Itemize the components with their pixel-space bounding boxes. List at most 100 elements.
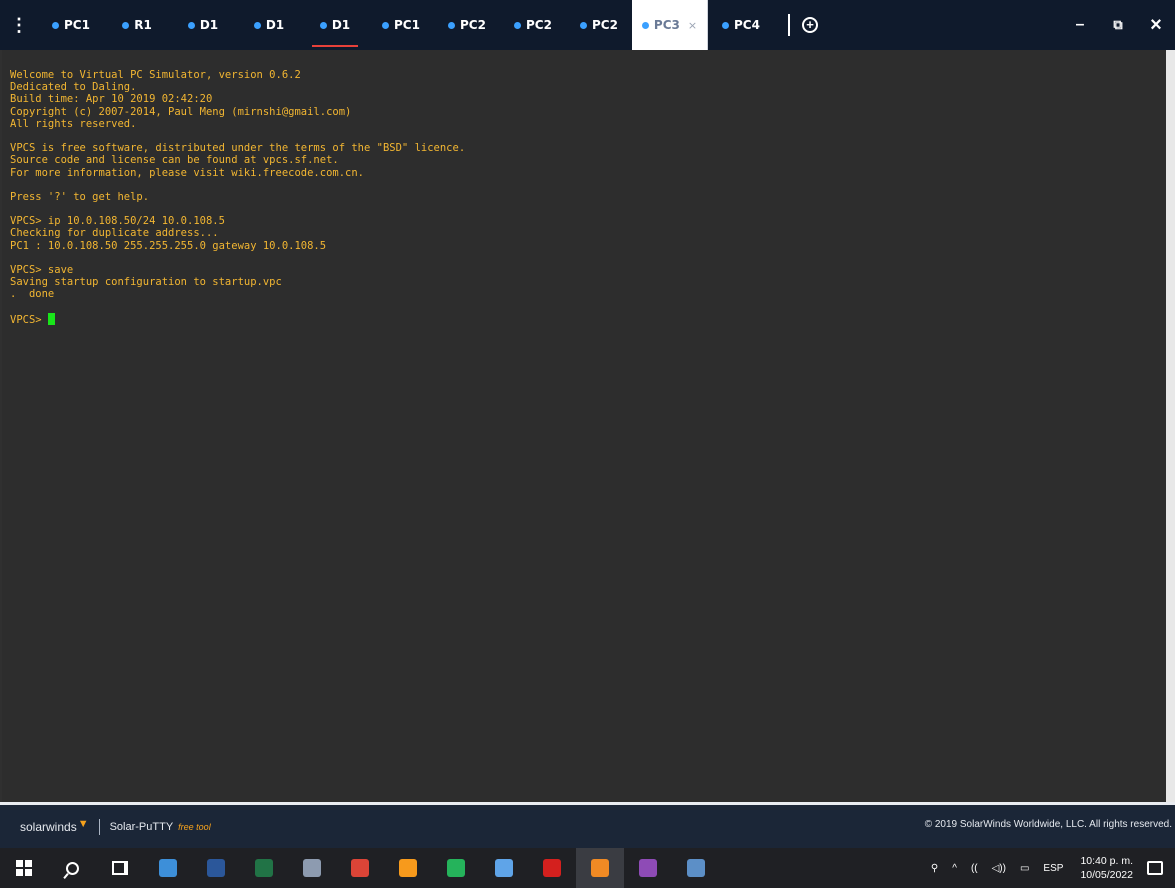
window-controls: – ⧉ × bbox=[1061, 0, 1175, 50]
tab-pc2[interactable]: PC2 bbox=[434, 0, 500, 50]
tab-pc1[interactable]: PC1 bbox=[38, 0, 104, 50]
tab-pc3[interactable]: PC3 × bbox=[632, 0, 708, 50]
tab-label: D1 bbox=[331, 18, 351, 32]
search-button[interactable] bbox=[48, 848, 96, 888]
taskbar-app-button[interactable] bbox=[528, 848, 576, 888]
taskbar-app-button[interactable] bbox=[624, 848, 672, 888]
terminal-line: PC1 : 10.0.108.50 255.255.255.0 gateway … bbox=[10, 239, 327, 252]
tab-r1[interactable]: R1 bbox=[104, 0, 170, 50]
system-tray: ⚲ ^ (( ◁)) ▭ ESP 10:40 p. m. 10/05/2022 bbox=[924, 848, 1175, 888]
terminal-line: Press '?' to get help. bbox=[10, 190, 150, 203]
product-name: Solar-PuTTY bbox=[109, 820, 174, 833]
terminal-line: For more information, please visit wiki.… bbox=[10, 166, 365, 179]
status-dot-icon bbox=[187, 21, 195, 29]
status-dot-icon bbox=[52, 21, 60, 29]
terminal-line: Checking for duplicate address... bbox=[10, 227, 219, 240]
terminal-line: All rights reserved. bbox=[10, 117, 137, 130]
terminal-line: VPCS> ip 10.0.108.50/24 10.0.108.5 bbox=[10, 215, 225, 228]
tab-close-icon[interactable]: × bbox=[688, 19, 697, 32]
terminal-line: VPCS> save bbox=[10, 264, 74, 276]
status-dot-icon bbox=[514, 21, 522, 29]
tab-label: R1 bbox=[134, 18, 152, 32]
virtualbox-icon bbox=[687, 859, 705, 877]
tab-d1[interactable]: D1 bbox=[170, 0, 236, 50]
tab-label: PC4 bbox=[734, 18, 760, 32]
solar-putty-footer: solarwinds ▼ Solar-PuTTY free tool © 201… bbox=[0, 802, 1175, 848]
firefox-icon bbox=[399, 859, 417, 877]
terminal-line: Welcome to Virtual PC Simulator, version… bbox=[10, 69, 301, 81]
keyboard-icon[interactable]: ▭ bbox=[1013, 863, 1036, 874]
task-view-button[interactable] bbox=[96, 848, 144, 888]
tab-pc2[interactable]: PC2 bbox=[566, 0, 632, 50]
minimize-button[interactable]: – bbox=[1061, 0, 1099, 50]
restore-button[interactable]: ⧉ bbox=[1099, 0, 1137, 50]
terminal-line: Build time: Apr 10 2019 02:42:20 bbox=[10, 93, 213, 106]
terminal-prompt-line[interactable]: VPCS> bbox=[10, 312, 1166, 326]
clock-date: 10/05/2022 bbox=[1080, 869, 1133, 881]
status-dot-icon bbox=[319, 21, 327, 29]
taskbar-app-button[interactable] bbox=[288, 848, 336, 888]
session-tab-bar: ⋮ PC1 R1 D1 D1 D1 PC1 PC2 PC2 PC2 PC3 × PC4 + – ⧉ × bbox=[0, 0, 1175, 50]
tab-label: D1 bbox=[199, 18, 219, 32]
tab-pc2[interactable]: PC2 bbox=[500, 0, 566, 50]
terminal-line: Dedicated to Daling. bbox=[10, 81, 137, 94]
tab-d1[interactable]: D1 bbox=[236, 0, 302, 50]
start-button[interactable] bbox=[0, 848, 48, 888]
tab-pc4[interactable]: PC4 bbox=[708, 0, 774, 50]
tab-pc1[interactable]: PC1 bbox=[368, 0, 434, 50]
windows-icon bbox=[16, 860, 32, 876]
taskbar-app-button[interactable] bbox=[192, 848, 240, 888]
taskbar-app-button[interactable] bbox=[672, 848, 720, 888]
taskbar-app-button[interactable] bbox=[144, 848, 192, 888]
status-dot-icon bbox=[448, 21, 456, 29]
plus-circle-icon: + bbox=[802, 17, 818, 33]
terminal-scrollbar[interactable] bbox=[1166, 50, 1175, 802]
people-icon[interactable]: ⚲ bbox=[924, 863, 945, 874]
windows-taskbar: ⚲ ^ (( ◁)) ▭ ESP 10:40 p. m. 10/05/2022 bbox=[0, 848, 1175, 888]
new-tab-button[interactable]: + bbox=[790, 0, 830, 50]
terminal-output[interactable]: Welcome to Virtual PC Simulator, version… bbox=[2, 50, 1166, 802]
excel-icon bbox=[255, 859, 273, 877]
copyright-text: © 2019 SolarWinds Worldwide, LLC. All ri… bbox=[924, 819, 1172, 830]
terminal-line: VPCS is free software, distributed under… bbox=[10, 142, 466, 155]
tab-label: D1 bbox=[265, 18, 285, 32]
language-indicator[interactable]: ESP bbox=[1036, 863, 1070, 874]
tab-label: PC1 bbox=[64, 18, 90, 32]
taskbar-app-button[interactable] bbox=[240, 848, 288, 888]
status-dot-icon bbox=[382, 21, 390, 29]
gns3-icon bbox=[495, 859, 513, 877]
tab-label: PC3 bbox=[653, 18, 680, 32]
status-dot-icon bbox=[580, 21, 588, 29]
flame-icon: ▼ bbox=[77, 817, 89, 830]
taskbar-app-button[interactable] bbox=[384, 848, 432, 888]
tab-label: PC2 bbox=[526, 18, 552, 32]
word-icon bbox=[207, 859, 225, 877]
close-button[interactable]: × bbox=[1137, 0, 1175, 50]
tab-label: PC2 bbox=[460, 18, 486, 32]
terminal-area[interactable]: Welcome to Virtual PC Simulator, version… bbox=[0, 50, 1175, 802]
taskbar-app-button[interactable] bbox=[576, 848, 624, 888]
terminal-prompt: VPCS> bbox=[10, 313, 48, 326]
clock[interactable]: 10:40 p. m. 10/05/2022 bbox=[1070, 854, 1143, 882]
taskbar-app-button[interactable] bbox=[336, 848, 384, 888]
chevron-up-icon[interactable]: ^ bbox=[945, 863, 964, 874]
status-dot-icon bbox=[122, 21, 130, 29]
volume-icon[interactable]: ◁)) bbox=[985, 863, 1013, 874]
solarwinds-logo: solarwinds ▼ bbox=[20, 817, 89, 834]
wifi-icon[interactable]: (( bbox=[964, 863, 985, 874]
acrobat-icon bbox=[543, 859, 561, 877]
tab-d1[interactable]: D1 bbox=[302, 0, 368, 50]
taskbar-app-button[interactable] bbox=[480, 848, 528, 888]
solar-putty-icon bbox=[591, 859, 609, 877]
clock-time: 10:40 p. m. bbox=[1080, 855, 1133, 867]
terminal-cursor bbox=[47, 312, 55, 325]
notification-icon[interactable] bbox=[1147, 861, 1163, 875]
terminal-line: . done bbox=[10, 288, 55, 301]
tabbar-menu-icon[interactable]: ⋮ bbox=[0, 0, 38, 50]
status-dot-icon bbox=[722, 21, 730, 29]
winrar-icon bbox=[639, 859, 657, 877]
file-explorer-icon bbox=[159, 859, 177, 877]
taskbar-app-button[interactable] bbox=[432, 848, 480, 888]
